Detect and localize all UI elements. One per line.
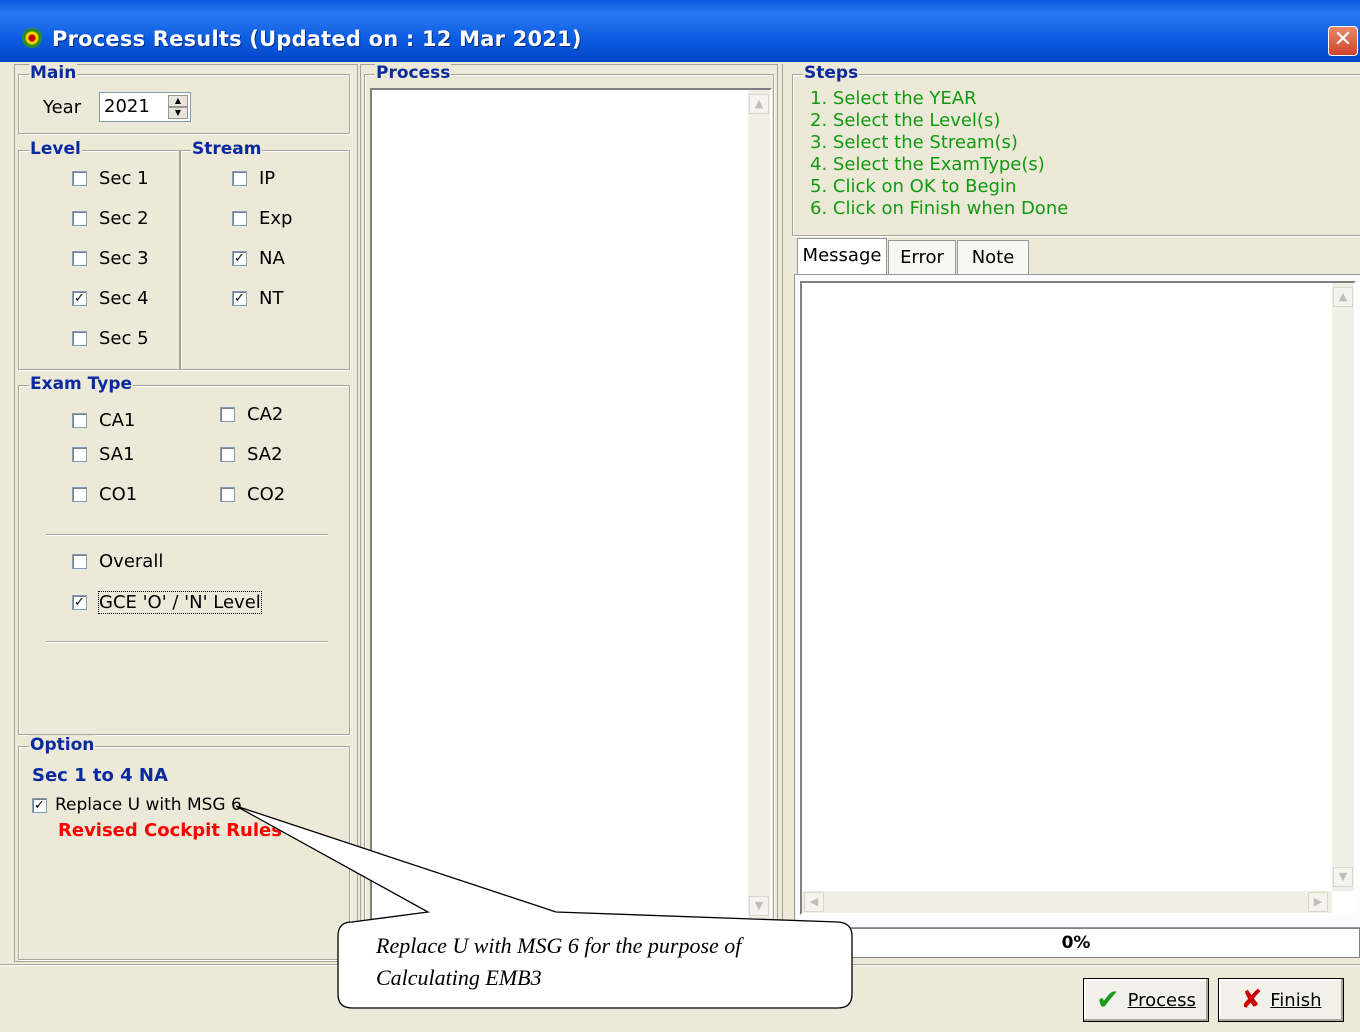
callout-text: Replace U with MSG 6 for the purpose of … <box>376 933 742 990</box>
callout-balloon <box>235 805 853 1009</box>
